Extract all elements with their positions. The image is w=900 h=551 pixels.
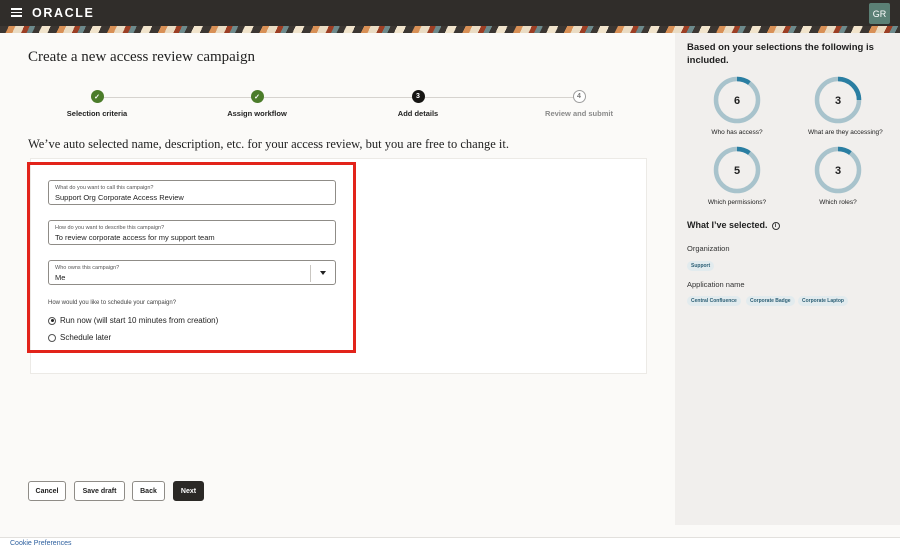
step-review-and-submit[interactable]: 4 Review and submit [529, 90, 629, 118]
intro-text: We’ve auto selected name, description, e… [28, 137, 509, 151]
stat-value: 6 [734, 95, 740, 107]
step-label: Add details [397, 109, 439, 118]
step-label: Selection criteria [66, 109, 128, 118]
back-button[interactable]: Back [132, 481, 165, 501]
footer: Cookie Preferences [0, 537, 900, 551]
decorative-banner [0, 26, 900, 33]
donut-chart: 3 [814, 76, 862, 124]
stat-which-roles: 3 Which roles? [808, 145, 868, 206]
step-label: Review and submit [545, 109, 613, 118]
summary-title: Based on your selections the following i… [687, 42, 874, 66]
application-chip: Central Confluence [687, 296, 741, 306]
cookie-preferences-link[interactable]: Cookie Preferences [10, 540, 71, 547]
donut-chart: 5 [713, 146, 761, 194]
donut-chart: 3 [814, 146, 862, 194]
avatar[interactable]: GR [869, 3, 890, 24]
organization-label: Organization [687, 244, 730, 253]
application-label: Application name [687, 280, 745, 289]
donut-chart: 6 [713, 76, 761, 124]
stat-value: 5 [734, 165, 740, 177]
cancel-button[interactable]: Cancel [28, 481, 66, 501]
info-icon[interactable]: i [771, 222, 780, 230]
step-number: 4 [572, 90, 586, 103]
stat-which-permissions: 5 Which permissions? [707, 145, 767, 206]
step-assign-workflow[interactable]: ✓ Assign workflow [207, 90, 307, 118]
stat-what-accessing: 3 What are they accessing? [808, 75, 883, 136]
step-add-details[interactable]: 3 Add details [368, 90, 468, 118]
step-number: 3 [411, 90, 425, 103]
save-draft-button[interactable]: Save draft [74, 481, 125, 501]
application-chip: Corporate Laptop [798, 296, 848, 306]
stat-label: Who has access? [711, 129, 763, 136]
stat-value: 3 [835, 165, 841, 177]
step-selection-criteria[interactable]: ✓ Selection criteria [47, 90, 147, 118]
oracle-logo: ORACLE [32, 6, 95, 20]
stat-who-has-access: 6 Who has access? [707, 75, 767, 136]
check-icon: ✓ [250, 90, 264, 103]
highlight-box [27, 162, 356, 353]
top-bar: ORACLE GR [0, 0, 900, 26]
stat-label: What are they accessing? [808, 129, 883, 136]
step-label: Assign workflow [227, 109, 287, 118]
selected-heading: What I’ve selected. i [687, 220, 780, 230]
stat-label: Which roles? [819, 199, 857, 206]
summary-panel: Based on your selections the following i… [675, 33, 900, 525]
application-chip: Corporate Badge [746, 296, 795, 306]
stat-value: 3 [835, 95, 841, 107]
page-title: Create a new access review campaign [28, 49, 255, 65]
progress-stepper: ✓ Selection criteria ✓ Assign workflow 3… [28, 90, 648, 122]
organization-chip: Support [687, 261, 715, 271]
stat-label: Which permissions? [707, 199, 767, 206]
hamburger-menu-icon[interactable] [11, 8, 22, 17]
selected-title: What I’ve selected. [687, 220, 768, 230]
check-icon: ✓ [90, 90, 104, 103]
next-button[interactable]: Next [173, 481, 204, 501]
